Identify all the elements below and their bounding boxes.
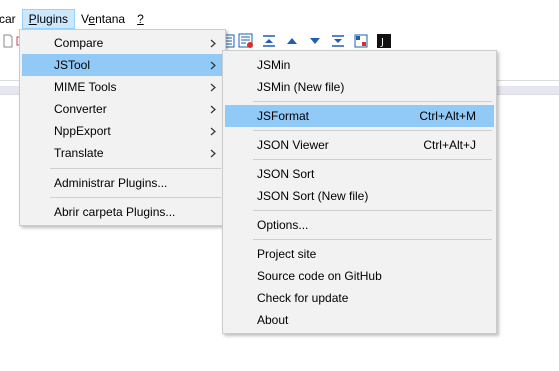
menu-item-jsformat[interactable]: JSFormat Ctrl+Alt+M — [225, 105, 494, 127]
jstool-submenu: JSMin JSMin (New file) JSFormat Ctrl+Alt… — [222, 50, 497, 334]
menu-item-abrir-carpeta-plugins[interactable]: Abrir carpeta Plugins... — [22, 201, 223, 223]
panel-icon[interactable] — [353, 33, 369, 49]
menu-item-label: Translate — [54, 146, 104, 160]
chevron-right-icon — [209, 32, 217, 54]
menu-separator — [253, 130, 492, 131]
menu-item-label: JSON Viewer — [257, 138, 329, 152]
menu-item-label: JSFormat — [257, 109, 310, 123]
menu-item-jstool[interactable]: JSTool — [22, 54, 223, 76]
menu-item-shortcut: Ctrl+Alt+J — [423, 138, 476, 152]
menu-plugins-rest: lugins — [36, 12, 69, 26]
menu-item-label: Abrir carpeta Plugins... — [54, 205, 176, 219]
menu-item-label: JSON Sort — [257, 167, 315, 181]
menu-ventana[interactable]: Ventana — [75, 9, 131, 29]
menu-item-label: JSTool — [54, 58, 91, 72]
chevron-right-icon — [209, 54, 217, 76]
menu-item-label: Project site — [257, 247, 317, 261]
menu-plugins-mnemonic: P — [28, 12, 37, 26]
menu-item-label: Options... — [257, 218, 309, 232]
menu-item-converter[interactable]: Converter — [22, 98, 223, 120]
menu-item-shortcut: Ctrl+Alt+M — [419, 109, 476, 123]
menu-item-label: Compare — [54, 36, 104, 50]
chevron-right-icon — [209, 120, 217, 142]
menu-item-label: Converter — [54, 102, 107, 116]
plugins-menu: Compare JSTool MIME Tools Converter NppE… — [19, 29, 226, 226]
menu-item-label: MIME Tools — [54, 80, 117, 94]
menu-item-label: JSON Sort (New file) — [257, 189, 369, 203]
menu-ventana-rest: ntana — [95, 12, 126, 26]
menu-item-label: Check for update — [257, 291, 349, 305]
menu-separator — [50, 197, 221, 198]
menu-item-check-for-update[interactable]: Check for update — [225, 287, 494, 309]
menu-help[interactable]: ? — [131, 9, 150, 29]
menu-item-label: JSMin (New file) — [257, 80, 345, 94]
menu-bar: car Plugins Ventana ? — [0, 8, 559, 30]
menu-item-nppexport[interactable]: NppExport — [22, 120, 223, 142]
menu-separator — [253, 159, 492, 160]
menu-separator — [50, 168, 221, 169]
menu-item-translate[interactable]: Translate — [22, 142, 223, 164]
menu-help-mnemonic: ? — [137, 12, 144, 26]
menu-item-project-site[interactable]: Project site — [225, 243, 494, 265]
fold-all-icon[interactable] — [261, 33, 277, 49]
menu-item-jsmin[interactable]: JSMin — [225, 54, 494, 76]
menu-item-json-viewer[interactable]: JSON Viewer Ctrl+Alt+J — [225, 134, 494, 156]
menu-item-administrar-plugins[interactable]: Administrar Plugins... — [22, 172, 223, 194]
function-list-icon[interactable] — [238, 33, 254, 49]
menu-item-options[interactable]: Options... — [225, 214, 494, 236]
menu-item-label: Source code on GitHub — [257, 269, 382, 283]
menu-separator — [253, 210, 492, 211]
menu-item-jsmin-new-file[interactable]: JSMin (New file) — [225, 76, 494, 98]
menu-item-label: Administrar Plugins... — [54, 176, 168, 190]
chevron-right-icon — [209, 142, 217, 164]
menu-separator — [253, 239, 492, 240]
menu-item-label: NppExport — [54, 124, 111, 138]
menu-item-json-sort[interactable]: JSON Sort — [225, 163, 494, 185]
chevron-right-icon — [209, 76, 217, 98]
move-up-icon[interactable] — [284, 33, 300, 49]
menu-item-label: JSMin — [257, 58, 291, 72]
menu-separator — [253, 101, 492, 102]
menu-item-source-code-github[interactable]: Source code on GitHub — [225, 265, 494, 287]
menu-item-about[interactable]: About — [225, 309, 494, 331]
chevron-right-icon — [209, 98, 217, 120]
menu-plugins[interactable]: Plugins — [21, 9, 76, 29]
menu-item-label: About — [257, 313, 289, 327]
jstool-icon[interactable]: J — [376, 33, 392, 49]
menu-item-mime-tools[interactable]: MIME Tools — [22, 76, 223, 98]
menu-item-json-sort-new-file[interactable]: JSON Sort (New file) — [225, 185, 494, 207]
move-down-icon[interactable] — [307, 33, 323, 49]
menu-buscar[interactable]: car — [0, 9, 22, 29]
unfold-all-icon[interactable] — [330, 33, 346, 49]
svg-text:J: J — [380, 37, 384, 48]
menu-item-compare[interactable]: Compare — [22, 32, 223, 54]
